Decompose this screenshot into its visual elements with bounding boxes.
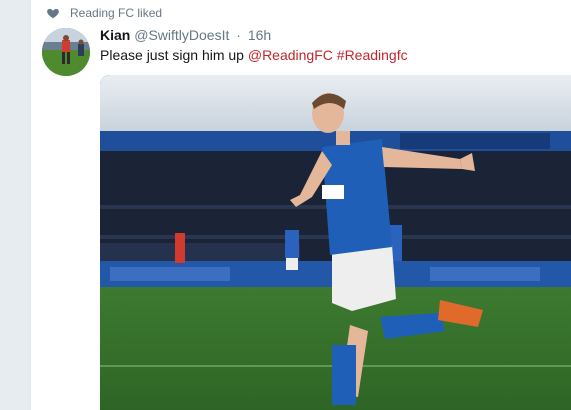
tweet-body: Please just sign him up <box>100 47 248 63</box>
mention-link[interactable]: @ReadingFC <box>248 47 333 63</box>
tweet-header: Kian @SwiftlyDoesIt · 16h <box>100 27 271 43</box>
heart-icon <box>47 8 59 19</box>
display-name[interactable]: Kian <box>100 27 130 43</box>
hashtag-link[interactable]: #Readingfc <box>337 47 408 63</box>
avatar-photo <box>42 28 90 76</box>
avatar[interactable] <box>42 28 90 76</box>
timestamp[interactable]: 16h <box>248 27 271 43</box>
separator-dot: · <box>236 27 241 43</box>
social-context: Reading FC liked <box>46 4 162 22</box>
media-photo <box>100 75 571 410</box>
tweet-media[interactable] <box>100 75 571 410</box>
handle[interactable]: @SwiftlyDoesIt <box>134 27 229 43</box>
social-context-label: Reading FC liked <box>70 6 163 20</box>
tweet-text: Please just sign him up @ReadingFC #Read… <box>100 47 408 63</box>
